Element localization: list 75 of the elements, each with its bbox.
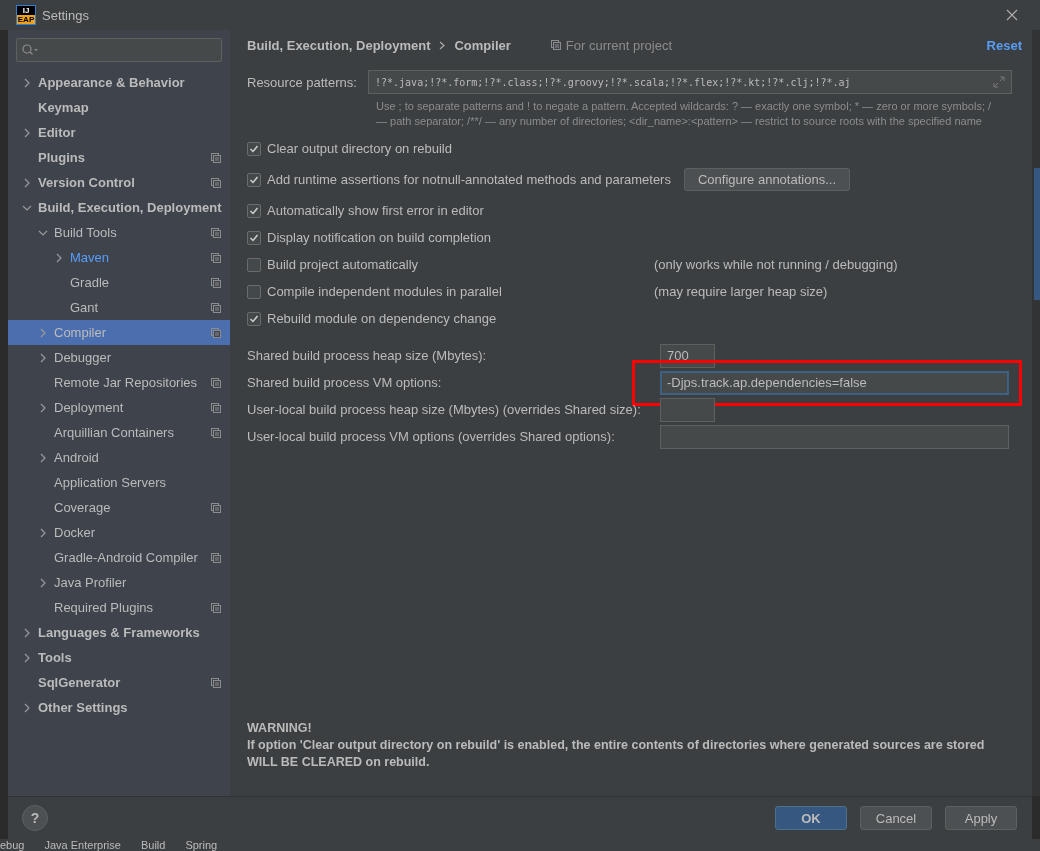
breadcrumb-item: Compiler	[454, 37, 511, 53]
note-text: (may require larger heap size)	[654, 284, 828, 299]
help-button[interactable]: ?	[22, 805, 48, 831]
tree-item[interactable]: Tools	[8, 645, 230, 670]
tool-window-tab[interactable]: Build	[140, 839, 166, 851]
tree-item[interactable]: Version Control	[8, 170, 230, 195]
reset-link[interactable]: Reset	[986, 37, 1022, 53]
tool-window-tab[interactable]: ebug	[0, 839, 25, 851]
dialog-button[interactable]: Cancel	[860, 806, 932, 830]
tree-item[interactable]: Gradle-Android Compiler	[8, 545, 230, 570]
hint-text: Use ; to separate patterns and ! to negate a pattern. Accepted wildcards: ? — exactly one symbol; * — zero or more symbols; / — path separator; /**/ — any number of directories; <dir_name>:<pattern> — restrict to source roots with the specified name	[376, 99, 992, 129]
check-icon	[249, 143, 259, 154]
tree-item[interactable]: Plugins	[8, 145, 230, 170]
check-icon	[249, 313, 259, 324]
checkbox[interactable]: Compile independent modules in parallel	[247, 284, 654, 299]
tree-item[interactable]: Application Servers	[8, 470, 230, 495]
input-field[interactable]: !?*.java;!?*.form;!?*.class;!?*.groovy;!?*.scala;!?*.flex;!?*.kt;!?*.clj;!?*.aj	[368, 70, 1012, 94]
tree-item[interactable]: Compiler	[8, 320, 230, 345]
tree-item[interactable]: SqlGenerator	[8, 670, 230, 695]
close-icon[interactable]	[1006, 9, 1018, 21]
window-title: Settings	[42, 7, 90, 23]
input-field[interactable]	[660, 397, 715, 422]
tool-window-tab[interactable]: Spring	[185, 839, 218, 851]
tree-item[interactable]: Languages & Frameworks	[8, 620, 230, 645]
scrollbar-thumb[interactable]	[1034, 168, 1040, 300]
input-field[interactable]	[660, 424, 1009, 449]
tree-item[interactable]: Remote Jar Repositories	[8, 370, 230, 395]
checkbox[interactable]: Automatically show first error in editor	[247, 203, 654, 218]
app-logo: IJ EAP	[16, 5, 36, 25]
check-icon	[249, 205, 259, 216]
input-field[interactable]: -Djps.track.ap.dependencies=false	[660, 370, 1009, 395]
tree-item[interactable]: Deployment	[8, 395, 230, 420]
search-icon	[22, 44, 38, 56]
tree-item[interactable]: Build, Execution, Deployment	[8, 195, 230, 220]
field-label: Shared build process VM options:	[247, 375, 443, 390]
tree-item[interactable]: Java Profiler	[8, 570, 230, 595]
check-icon	[249, 232, 259, 243]
tree-item[interactable]: Gradle	[8, 270, 230, 295]
search-field[interactable]	[16, 38, 222, 62]
checkbox[interactable]: Clear output directory on rebuild	[247, 141, 654, 156]
scope-label: For current project	[565, 37, 672, 53]
checkbox[interactable]: Display notification on build completion	[247, 230, 654, 245]
dialog-button[interactable]: Apply	[945, 806, 1017, 830]
tree-item[interactable]: Docker	[8, 520, 230, 545]
tree-item[interactable]: Build Tools	[8, 220, 230, 245]
tree-item[interactable]: Android	[8, 445, 230, 470]
tree-item[interactable]: Other Settings	[8, 695, 230, 720]
tree-item[interactable]: Required Plugins	[8, 595, 230, 620]
checkbox[interactable]: Rebuild module on dependency change	[247, 311, 654, 326]
field-label: User-local build process VM options (overrides Shared options):	[247, 429, 616, 444]
chevron-right-icon	[438, 40, 447, 50]
field-label: Resource patterns:	[247, 74, 358, 90]
tree-item[interactable]: Arquillian Containers	[8, 420, 230, 445]
copy-icon	[550, 40, 561, 50]
configure-button[interactable]: Configure annotations...	[683, 168, 850, 191]
tree-item[interactable]: Gant	[8, 295, 230, 320]
note-text: (only works while not running / debugging)	[654, 257, 898, 272]
warning-text: If option 'Clear output directory on rebuild' is enabled, the entire contents of directories where generated sources are stored WILL BE CLEARED on rebuild.	[247, 737, 986, 771]
tree-item[interactable]: Coverage	[8, 495, 230, 520]
tree-item[interactable]: Editor	[8, 120, 230, 145]
tree-item[interactable]: Keymap	[8, 95, 230, 120]
expand-icon	[993, 76, 1005, 88]
tree-item[interactable]: Appearance & Behavior	[8, 70, 230, 95]
tool-window-tab[interactable]: Java Enterprise	[44, 839, 121, 851]
input-field[interactable]: 700	[660, 343, 715, 368]
ok-button[interactable]: OK	[775, 806, 847, 830]
warning-title: WARNING!	[247, 720, 313, 737]
tree-item[interactable]: Maven	[8, 245, 230, 270]
breadcrumb-item: Build, Execution, Deployment	[247, 37, 431, 53]
check-icon	[249, 174, 259, 185]
tree-item[interactable]: Debugger	[8, 345, 230, 370]
field-label: User-local build process heap size (Mbytes) (overrides Shared size):	[247, 402, 642, 417]
checkbox[interactable]: Build project automatically	[247, 257, 654, 272]
field-label: Shared build process heap size (Mbytes):	[247, 348, 488, 363]
checkbox[interactable]: Add runtime assertions for notnull-annotated methods and parameters	[247, 172, 671, 187]
